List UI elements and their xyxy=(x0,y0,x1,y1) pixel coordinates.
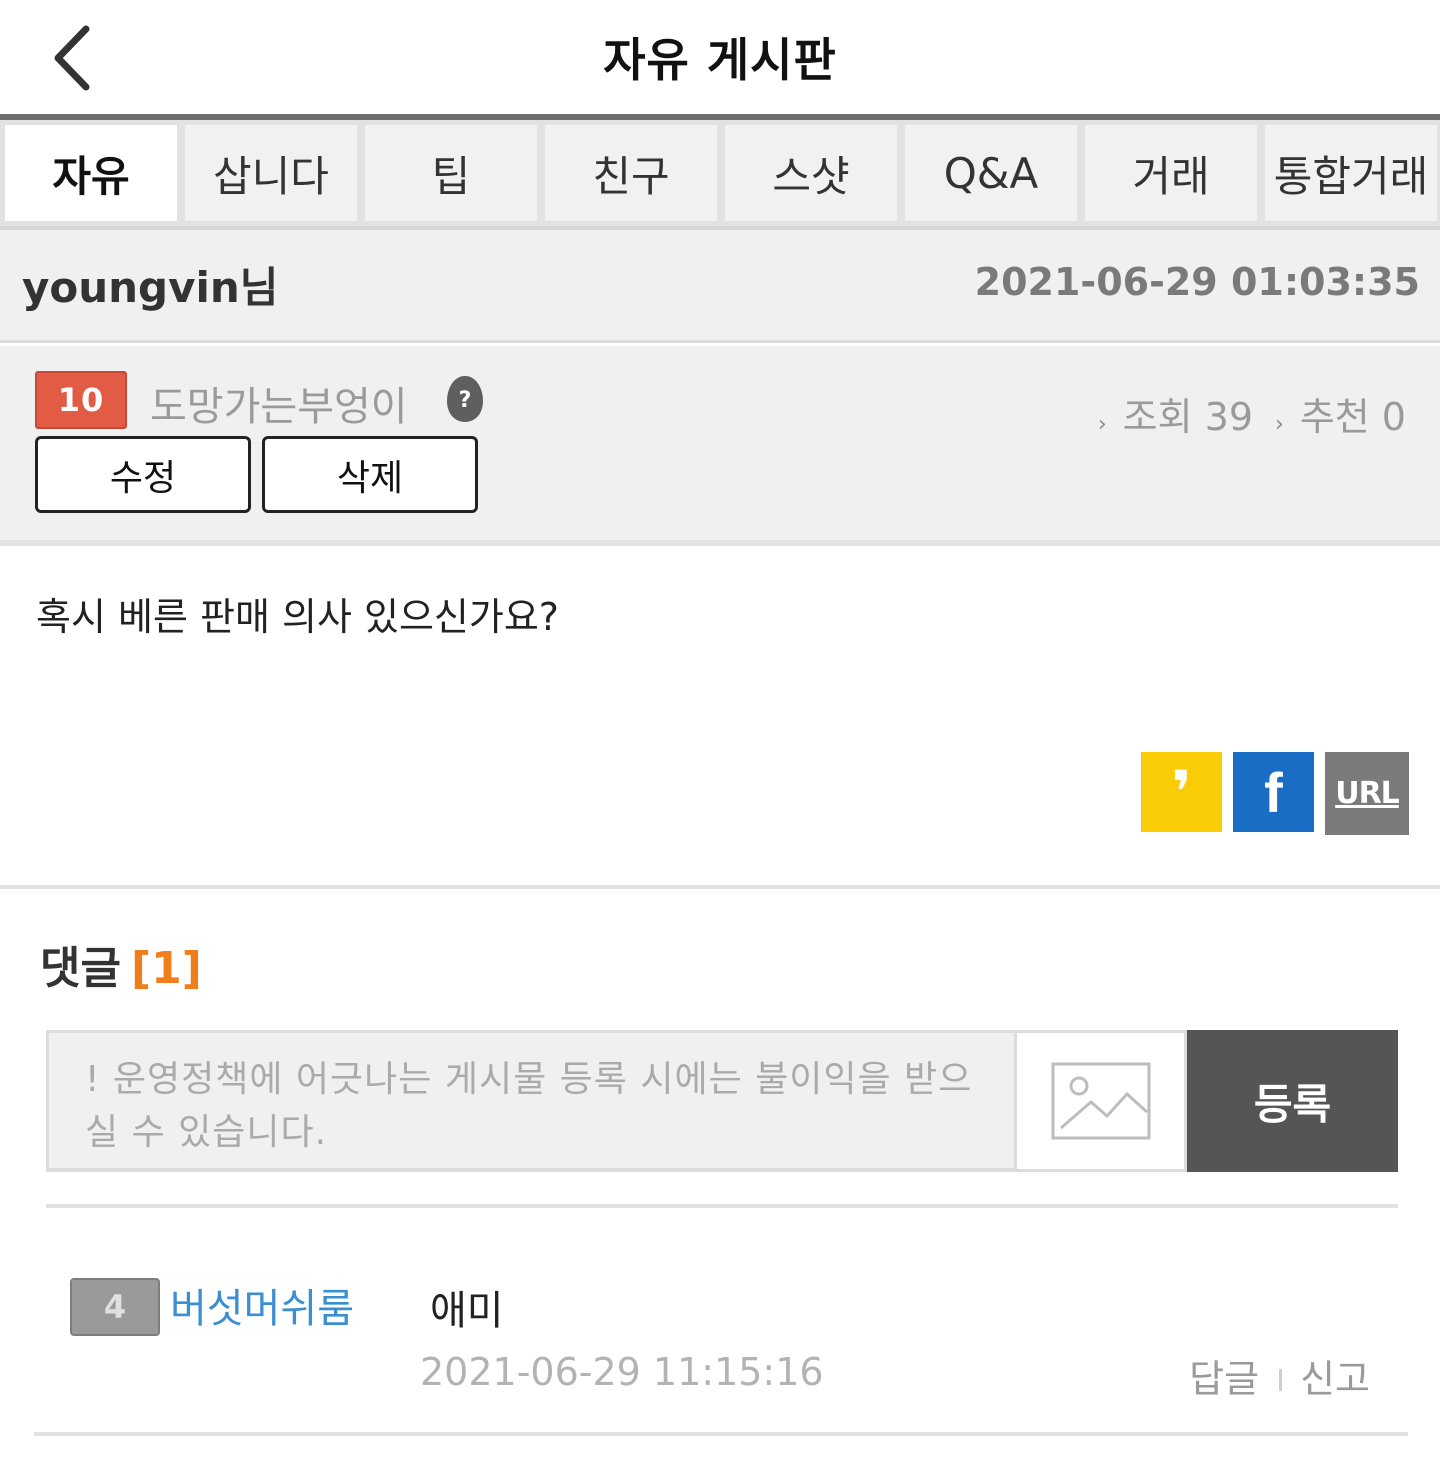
reply-button[interactable]: 답글 xyxy=(1189,1348,1259,1403)
image-icon xyxy=(1051,1062,1150,1140)
comment-input[interactable]: ! 운영정책에 어긋나는 게시물 등록 시에는 불이익을 받으실 수 있습니다. xyxy=(46,1030,1014,1172)
delete-button[interactable]: 삭제 xyxy=(262,436,478,513)
share-buttons: ❜ f URL xyxy=(1141,752,1409,835)
tab-friends[interactable]: 친구 xyxy=(540,120,720,226)
page-title: 자유 게시판 xyxy=(603,33,837,87)
post-date: 2021-06-29 01:03:35 xyxy=(974,260,1420,304)
author-nickname: 도망가는부엉이 xyxy=(150,384,408,430)
comment-divider xyxy=(46,1204,1398,1208)
tab-buy[interactable]: 삽니다 xyxy=(180,120,360,226)
tab-screenshots[interactable]: 스샷 xyxy=(720,120,900,226)
kakao-icon: ❜ xyxy=(1171,758,1192,826)
tab-free[interactable]: 자유 xyxy=(0,120,180,226)
tab-integrated-trade[interactable]: 통합거래 xyxy=(1260,120,1440,226)
report-button[interactable]: 신고 xyxy=(1300,1348,1370,1403)
app-header: 자유 게시판 xyxy=(0,0,1440,114)
post-meta-bar: 10 도망가는부엉이 ? 수정 삭제 › 조회 39 › 추천 0 xyxy=(0,346,1440,546)
likes-count: 추천 0 xyxy=(1299,395,1406,439)
comments-label: 댓글 xyxy=(40,943,121,994)
section-divider xyxy=(0,885,1440,889)
kakao-share-button[interactable]: ❜ xyxy=(1141,752,1222,832)
post-user-bar: youngvin님 2021-06-29 01:03:35 xyxy=(0,230,1440,343)
comment-level-badge: 4 xyxy=(70,1278,160,1336)
edit-button[interactable]: 수정 xyxy=(35,436,251,513)
tab-tips[interactable]: 팁 xyxy=(360,120,540,226)
action-separator xyxy=(1279,1368,1283,1391)
comments-count: [1] xyxy=(130,943,202,994)
comment-text: 애미 xyxy=(430,1288,504,1334)
url-copy-button[interactable]: URL xyxy=(1325,752,1409,835)
small-arrow-icon: › xyxy=(1097,412,1107,437)
comment-actions: 답글 신고 xyxy=(1189,1348,1370,1403)
svg-text:?: ? xyxy=(459,388,472,413)
submit-comment-button[interactable]: 등록 xyxy=(1187,1030,1398,1172)
views-stat: › 조회 39 xyxy=(1098,386,1253,441)
level-badge: 10 xyxy=(35,371,127,429)
help-icon[interactable]: ? xyxy=(446,374,484,424)
board-tabs: 자유 삽니다 팁 친구 스샷 Q&A 거래 통합거래 xyxy=(0,120,1440,230)
bottom-divider xyxy=(34,1432,1408,1436)
post-stats: › 조회 39 › 추천 0 xyxy=(1076,386,1406,441)
tab-qna[interactable]: Q&A xyxy=(900,120,1080,226)
comment-form: ! 운영정책에 어긋나는 게시물 등록 시에는 불이익을 받으실 수 있습니다.… xyxy=(46,1030,1398,1172)
small-arrow-icon: › xyxy=(1275,412,1284,437)
views-count: 조회 39 xyxy=(1122,395,1253,439)
comment-author[interactable]: 버섯머쉬룸 xyxy=(170,1276,354,1334)
tab-trade[interactable]: 거래 xyxy=(1080,120,1260,226)
facebook-share-button[interactable]: f xyxy=(1233,752,1314,832)
facebook-icon: f xyxy=(1264,760,1283,824)
post-body: 혹시 베른 판매 의사 있으신가요? xyxy=(36,595,559,639)
image-attach-button[interactable] xyxy=(1014,1030,1187,1172)
likes-stat: › 추천 0 xyxy=(1275,386,1406,441)
post-username: youngvin님 xyxy=(22,263,279,312)
comments-title: 댓글 [1] xyxy=(40,932,202,996)
comment-date: 2021-06-29 11:15:16 xyxy=(420,1350,824,1394)
